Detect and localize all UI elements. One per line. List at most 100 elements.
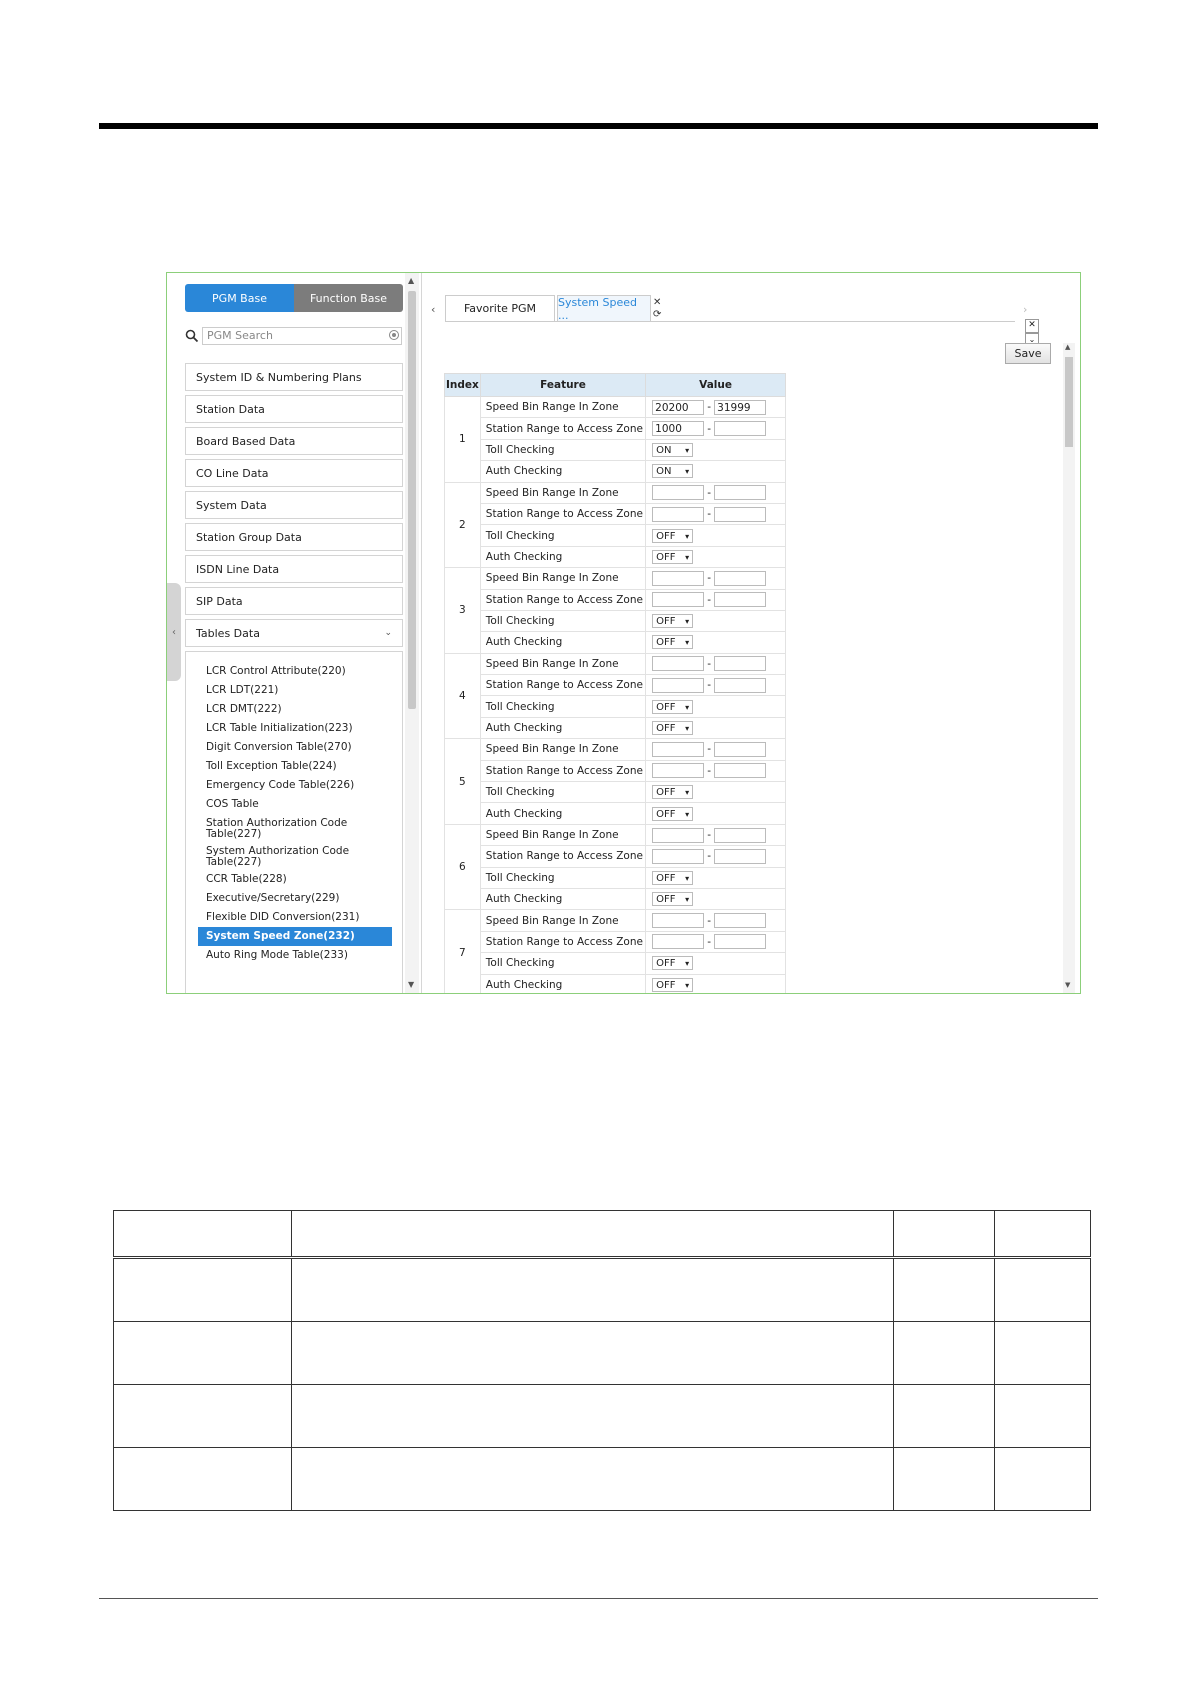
on-off-select[interactable]: OFF: [652, 614, 694, 629]
submenu-item[interactable]: Emergency Code Table(226): [186, 776, 402, 795]
range-from-input[interactable]: [652, 656, 705, 672]
on-off-select[interactable]: OFF: [652, 528, 694, 543]
submenu-item[interactable]: Executive/Secretary(229): [186, 889, 402, 908]
range-from-input[interactable]: [652, 592, 705, 608]
on-off-select[interactable]: ON: [652, 464, 694, 479]
chevron-down-icon[interactable]: ⌄: [384, 628, 392, 638]
range-to-input[interactable]: 31999: [714, 399, 767, 415]
tab-pgm-base[interactable]: PGM Base: [185, 284, 294, 312]
feature-label: Auth Checking: [479, 973, 647, 993]
search-input[interactable]: PGM Search: [202, 327, 402, 345]
left-scrollbar[interactable]: ▲ ▼: [405, 273, 419, 993]
menu-item[interactable]: Board Based Data: [185, 427, 403, 455]
range-to-input[interactable]: [714, 763, 767, 779]
range-to-input[interactable]: [714, 506, 767, 522]
range-from-input[interactable]: [652, 913, 705, 929]
tab-scroll-left-icon[interactable]: ‹: [431, 303, 435, 316]
range-from-input[interactable]: [652, 570, 705, 586]
on-off-select[interactable]: OFF: [652, 721, 694, 736]
range-from-input[interactable]: 20200: [652, 399, 705, 415]
menu-item[interactable]: CO Line Data: [185, 459, 403, 487]
submenu-item[interactable]: System Speed Zone(232): [198, 927, 392, 946]
menu-item[interactable]: System Data: [185, 491, 403, 519]
tab-scroll-right-icon[interactable]: ›: [1023, 303, 1027, 316]
range-from-input[interactable]: [652, 763, 705, 779]
submenu-item[interactable]: Digit Conversion Table(270): [186, 738, 402, 757]
submenu-item[interactable]: Table(227): [186, 829, 402, 842]
value-cell: OFF: [645, 973, 786, 993]
scroll-down-icon[interactable]: ▼: [408, 980, 414, 989]
table-row: Toll Checking OFF: [445, 609, 786, 633]
right-scrollbar[interactable]: ▲ ▼: [1063, 343, 1075, 993]
range-from-input[interactable]: [652, 827, 705, 843]
tab-favorite-pgm[interactable]: Favorite PGM: [445, 295, 555, 321]
submenu-item[interactable]: Auto Ring Mode Table(233): [186, 946, 402, 965]
submenu-item[interactable]: Table(227): [186, 857, 402, 870]
range-to-input[interactable]: [714, 741, 767, 757]
range-from-input[interactable]: [652, 506, 705, 522]
refresh-icon[interactable]: ⟳: [653, 309, 661, 320]
range-from-input[interactable]: [652, 934, 705, 950]
tab-function-base[interactable]: Function Base: [294, 284, 403, 312]
range-from-input[interactable]: 1000: [652, 421, 705, 437]
range-to-input[interactable]: [714, 677, 767, 693]
on-off-select[interactable]: OFF: [652, 699, 694, 714]
scroll-up-icon[interactable]: ▲: [1065, 343, 1070, 351]
range-to-input[interactable]: [714, 421, 767, 437]
range-from-input[interactable]: [652, 677, 705, 693]
on-off-select[interactable]: OFF: [652, 870, 694, 885]
submenu-item[interactable]: Toll Exception Table(224): [186, 757, 402, 776]
submenu-item[interactable]: CCR Table(228): [186, 870, 402, 889]
collapse-panel-handle[interactable]: ‹: [167, 583, 181, 681]
range-from-input[interactable]: [652, 485, 705, 501]
feature-label: Speed Bin Range In Zone: [479, 652, 647, 676]
scroll-thumb[interactable]: [408, 291, 416, 709]
menu-item[interactable]: Tables Data ⌄: [185, 619, 403, 647]
submenu-item[interactable]: Flexible DID Conversion(231): [186, 908, 402, 927]
range-to-input[interactable]: [714, 592, 767, 608]
close-tab-icon[interactable]: ✕: [653, 297, 661, 308]
range-separator: -: [707, 829, 712, 841]
submenu-item[interactable]: LCR DMT(222): [186, 700, 402, 719]
clear-search-icon[interactable]: [389, 330, 399, 340]
submenu-item[interactable]: LCR Control Attribute(220): [186, 662, 402, 681]
on-off-select[interactable]: OFF: [652, 956, 694, 971]
submenu-item[interactable]: LCR LDT(221): [186, 681, 402, 700]
scroll-down-icon[interactable]: ▼: [1065, 981, 1070, 989]
menu-item[interactable]: ISDN Line Data: [185, 555, 403, 583]
on-off-select[interactable]: OFF: [652, 635, 694, 650]
range-to-input[interactable]: [714, 485, 767, 501]
feature-label: Speed Bin Range In Zone: [479, 395, 647, 419]
value-cell: -: [645, 930, 786, 954]
search-icon[interactable]: [185, 329, 199, 343]
range-to-input[interactable]: [714, 570, 767, 586]
tab-system-speed[interactable]: System Speed ...: [557, 295, 651, 322]
on-off-select[interactable]: ON: [652, 442, 694, 457]
on-off-select[interactable]: OFF: [652, 977, 694, 992]
submenu-item[interactable]: COS Table: [186, 795, 402, 814]
on-off-select[interactable]: OFF: [652, 785, 694, 800]
submenu-item[interactable]: System Authorization Code: [186, 842, 402, 857]
range-to-input[interactable]: [714, 827, 767, 843]
menu-item[interactable]: Station Data: [185, 395, 403, 423]
table-row: Toll Checking OFF: [445, 524, 786, 547]
menu-item[interactable]: SIP Data: [185, 587, 403, 615]
range-to-input[interactable]: [714, 934, 767, 950]
on-off-select[interactable]: OFF: [652, 892, 694, 907]
range-to-input[interactable]: [714, 913, 767, 929]
table-row: 6 Speed Bin Range In Zone -: [444, 823, 786, 911]
scroll-up-icon[interactable]: ▲: [408, 276, 414, 285]
range-from-input[interactable]: [652, 741, 705, 757]
range-to-input[interactable]: [714, 656, 767, 672]
close-all-icon[interactable]: ✕: [1025, 319, 1039, 333]
on-off-select[interactable]: OFF: [652, 549, 694, 564]
range-from-input[interactable]: [652, 848, 705, 864]
submenu-item[interactable]: LCR Table Initialization(223): [186, 719, 402, 738]
submenu-item[interactable]: Station Authorization Code: [186, 814, 402, 829]
on-off-select[interactable]: OFF: [652, 806, 694, 821]
menu-item[interactable]: Station Group Data: [185, 523, 403, 551]
save-button[interactable]: Save: [1005, 343, 1051, 364]
range-to-input[interactable]: [714, 848, 767, 864]
scroll-thumb[interactable]: [1065, 357, 1073, 447]
menu-item[interactable]: System ID & Numbering Plans: [185, 363, 403, 391]
